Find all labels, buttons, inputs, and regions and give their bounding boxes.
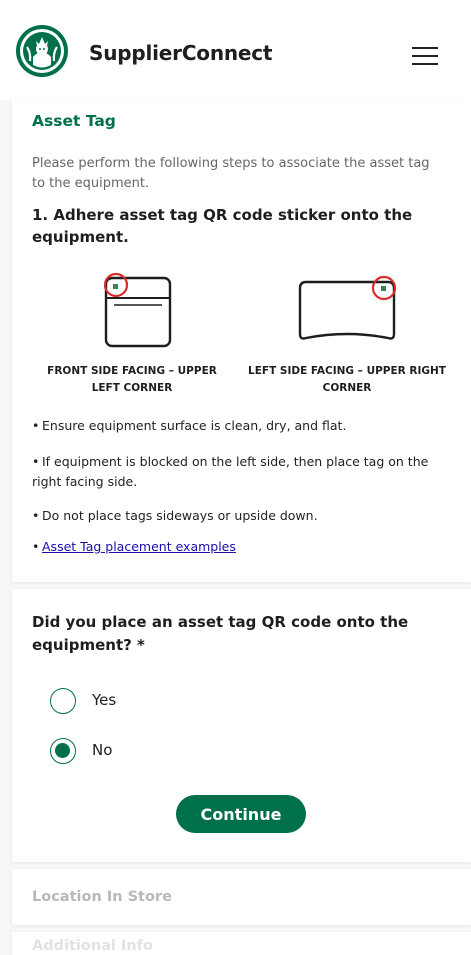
radio-label-no: No: [92, 741, 113, 759]
side-equipment-icon: [298, 275, 397, 340]
location-in-store-section[interactable]: Location In Store: [12, 869, 471, 925]
left-side-label: LEFT SIDE FACING – UPPER RIGHT CORNER: [248, 365, 446, 394]
section-title: Asset Tag: [32, 112, 116, 130]
section-title: Additional Info: [32, 938, 153, 954]
radio-button-checked[interactable]: [50, 738, 76, 764]
placement-examples-link[interactable]: Asset Tag placement examples: [42, 539, 236, 554]
question-text: Did you place an asset tag QR code onto …: [32, 613, 409, 654]
app-title: SupplierConnect: [89, 41, 273, 65]
section-title: Location In Store: [32, 889, 172, 905]
intro-text: Please perform the following steps to as…: [32, 156, 430, 191]
list-item: • Ensure equipment surface is clean, dry,…: [32, 418, 347, 433]
list-item: • Asset Tag placement examples: [32, 539, 236, 554]
front-side-label: FRONT SIDE FACING – UPPER LEFT CORNER: [47, 365, 217, 394]
continue-button[interactable]: Continue: [176, 795, 306, 833]
asset-tag-section: Asset Tag Please perform the following s…: [12, 100, 471, 582]
step-instruction: 1. Adhere asset tag QR code sticker onto…: [32, 206, 413, 246]
app-header: SupplierConnect: [0, 0, 471, 100]
front-equipment-icon: [103, 272, 172, 348]
hamburger-menu-icon[interactable]: [412, 44, 440, 65]
list-item: • If equipment is blocked on the left sid…: [32, 454, 429, 489]
radio-button-unchecked[interactable]: [50, 688, 76, 714]
additional-info-section[interactable]: Additional Info: [12, 932, 471, 955]
asset-tag-question-section: Did you place an asset tag QR code onto …: [12, 589, 471, 862]
radio-label-yes: Yes: [92, 691, 117, 709]
starbucks-logo-icon[interactable]: [16, 25, 68, 77]
list-item: • Do not place tags sideways or upside do…: [32, 508, 318, 523]
